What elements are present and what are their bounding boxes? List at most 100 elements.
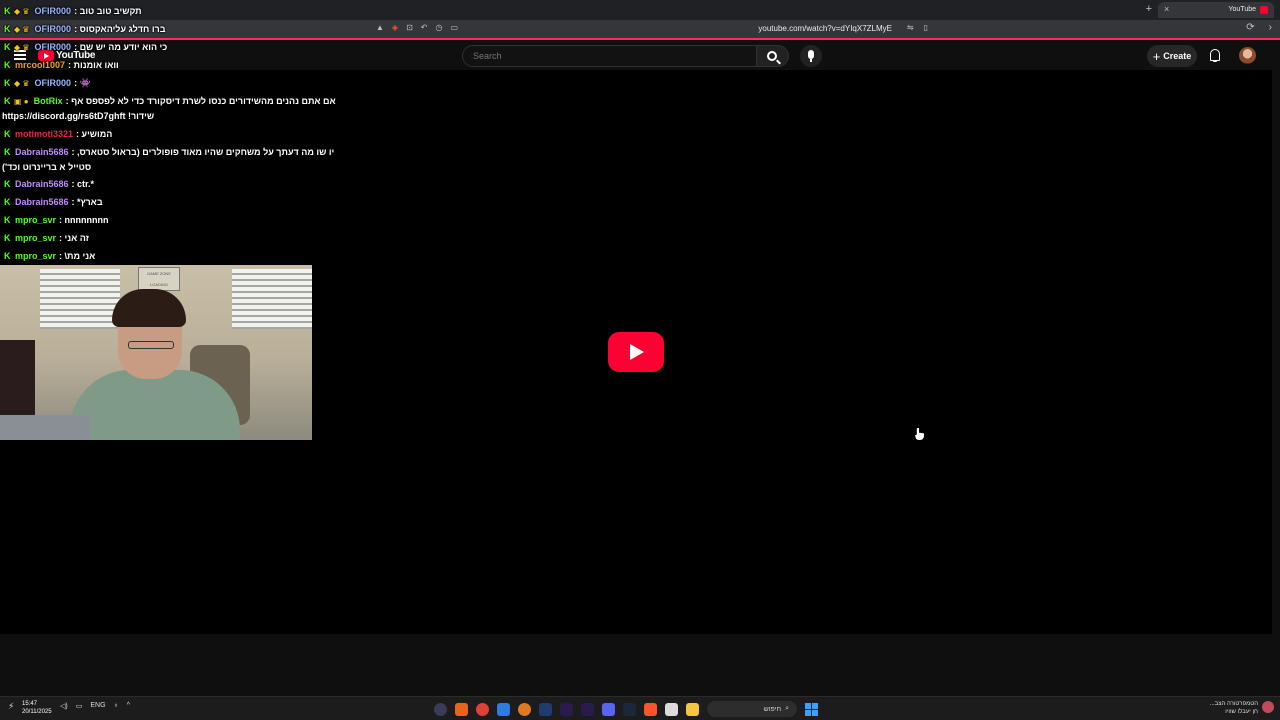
docs-icon[interactable]	[497, 702, 510, 716]
kick-badge-icon: K	[4, 233, 11, 243]
tab-youtube[interactable]: YouTube ×	[1158, 2, 1274, 18]
taskbar-clock[interactable]: 15:47 20/11/2025	[22, 700, 52, 716]
chat-text: יו שו מה דעתך על משחקים שהיו מאוד פופולר…	[77, 147, 335, 157]
window-blinds	[40, 269, 120, 329]
chat-username[interactable]: OFIR000	[35, 24, 72, 34]
obs-icon[interactable]	[434, 702, 447, 716]
search-button[interactable]	[757, 45, 789, 67]
chat-message: K ◆ ♛ OFIR000: 👾	[4, 77, 91, 90]
share-icon[interactable]: ⇋	[907, 23, 914, 32]
screenshot-icon[interactable]: ⊡	[406, 23, 413, 32]
windows-start-icon[interactable]	[805, 702, 818, 716]
chat-badges-icon: ▣ ●	[14, 97, 29, 106]
chat-username[interactable]: mrcool1007	[15, 60, 65, 70]
premiere-icon[interactable]	[581, 702, 594, 716]
kick-badge-icon: K	[4, 24, 11, 34]
chat-text: וואו אומנות	[73, 60, 119, 70]
chat-message: K Dabrain5686: בארץ*	[4, 196, 103, 209]
chat-username[interactable]: motimoti3321	[15, 129, 73, 139]
chat-text: אני מת\	[64, 251, 96, 261]
chat-username[interactable]: BotRix	[34, 96, 63, 106]
taskbar-search-label: חיפוש	[763, 705, 782, 713]
chat-username[interactable]: Dabrain5686	[15, 147, 69, 157]
forward-icon[interactable]: ›	[1269, 22, 1272, 33]
reload-icon[interactable]: ⟳	[1246, 22, 1254, 33]
chat-message: סטייל א בריינרוט וכד')	[2, 161, 91, 174]
steam-icon[interactable]	[623, 702, 636, 716]
display-icon[interactable]: ▭	[76, 702, 83, 710]
kick-badge-icon: K	[4, 197, 11, 207]
discord-icon[interactable]	[602, 702, 615, 716]
chat-badges-icon: ◆ ♛	[14, 79, 30, 88]
undo-icon[interactable]: ↶	[421, 23, 428, 32]
chat-username[interactable]: mpro_svr	[15, 251, 56, 261]
bookmark-icon[interactable]: ▯	[924, 23, 928, 32]
blender-app-icon[interactable]	[518, 702, 531, 716]
tab-close-icon[interactable]: ×	[1164, 4, 1169, 14]
streamer-body	[70, 370, 240, 440]
kick-badge-icon: K	[4, 215, 11, 225]
chat-text: 👾	[79, 78, 91, 88]
brave-shield-icon[interactable]: ◈	[392, 23, 398, 32]
chat-username[interactable]: OFIR000	[35, 42, 72, 52]
voice-search-icon[interactable]	[800, 45, 822, 67]
kick-badge-icon: K	[4, 60, 11, 70]
windows-taskbar: ⚡ 15:47 20/11/2025 ◁) ▭ ENG ♁ ^ חיפוש ⌕ …	[0, 696, 1280, 720]
youtube-favicon-icon	[1260, 6, 1268, 14]
chat-text: nnnnnnnn	[64, 215, 109, 225]
create-button[interactable]: + Create	[1147, 45, 1197, 67]
chat-username[interactable]: OFIR000	[35, 78, 72, 88]
after-effects-icon[interactable]	[560, 702, 573, 716]
microphone-icon[interactable]: ♁	[114, 702, 119, 710]
file-explorer-icon[interactable]	[686, 702, 699, 716]
brave-rewards-icon[interactable]: ▲	[376, 23, 384, 32]
chat-badges-icon: ◆ ♛	[14, 25, 30, 34]
show-hidden-icons-icon[interactable]: ^	[127, 702, 130, 710]
chat-text: אם אתם נהנים מהשידורים כנסו לשרת דיסקורד…	[71, 96, 336, 106]
calculator-icon[interactable]	[665, 702, 678, 716]
chat-username[interactable]: Dabrain5686	[15, 179, 69, 189]
brave-browser-icon[interactable]	[644, 702, 657, 716]
clock-date: 20/11/2025	[22, 709, 52, 715]
notifications-bell-icon[interactable]	[1209, 49, 1221, 62]
picture-in-picture-icon[interactable]: ▭	[450, 23, 458, 32]
system-tray: ◁) ▭ ENG ♁ ^	[60, 702, 130, 710]
chat-text: ctr.*	[77, 179, 95, 189]
kick-badge-icon: K	[4, 147, 11, 157]
chat-message: K ▣ ● BotRix: אם אתם נהנים מהשידורים כנסו …	[4, 95, 336, 108]
chrome-icon[interactable]	[476, 702, 489, 716]
chat-username[interactable]: Dabrain5686	[15, 197, 69, 207]
chat-message: Kmpro_svr: nnnnnnnn	[4, 214, 109, 227]
chat-username[interactable]: OFIR000	[35, 6, 72, 16]
chat-username[interactable]: mpro_svr	[15, 215, 56, 225]
network-icon[interactable]: ⚡	[8, 701, 14, 712]
kick-badge-icon: K	[4, 129, 11, 139]
chat-message: Kmpro_svr: זה אני	[4, 232, 89, 245]
search-input[interactable]	[463, 46, 756, 66]
news-widget[interactable]: הטמפרטורה הצב... חן יעבלו שוויו	[1210, 700, 1258, 716]
kick-badge-icon: K	[4, 78, 11, 88]
volume-icon[interactable]: ◁)	[60, 702, 68, 710]
extension-icons: ▲ ◈ ⊡ ↶ ◷ ▭	[376, 23, 458, 32]
webcam-overlay: GAME ZONE LOADING	[0, 265, 312, 440]
new-tab-button[interactable]: +	[1146, 3, 1152, 15]
news-widget-icon[interactable]	[1262, 701, 1274, 713]
news-title: הטמפרטורה הצב...	[1209, 701, 1258, 707]
chat-text: המושיע	[81, 129, 113, 139]
chat-username[interactable]: mpro_svr	[15, 233, 56, 243]
url-field[interactable]: youtube.com/watch?v=dYIqX7ZLMyE	[758, 24, 892, 33]
play-button-icon[interactable]	[608, 332, 664, 372]
chat-text: כי הוא יודע מה יש שם	[79, 42, 168, 52]
chat-message: K ◆ ♛ OFIR000: כי הוא יודע מה יש שם	[4, 41, 167, 54]
blender-icon[interactable]	[455, 702, 468, 716]
account-avatar[interactable]	[1239, 47, 1256, 64]
history-icon[interactable]: ◷	[435, 23, 442, 32]
clock-time: 15:47	[22, 701, 38, 707]
language-indicator[interactable]: ENG	[90, 702, 105, 710]
photoshop-icon[interactable]	[539, 702, 552, 716]
stream-chat-overlay: K ◆ ♛ OFIR000: תקשיב טוב טוב K ◆ ♛ OFIR000: ב…	[0, 0, 336, 264]
screen: YouTube × + ⟳ › youtube.com/watch?v=dYIq…	[0, 0, 1280, 720]
taskbar-search[interactable]: חיפוש ⌕	[707, 701, 797, 717]
search-box	[462, 45, 757, 67]
chat-text: זה אני	[64, 233, 89, 243]
